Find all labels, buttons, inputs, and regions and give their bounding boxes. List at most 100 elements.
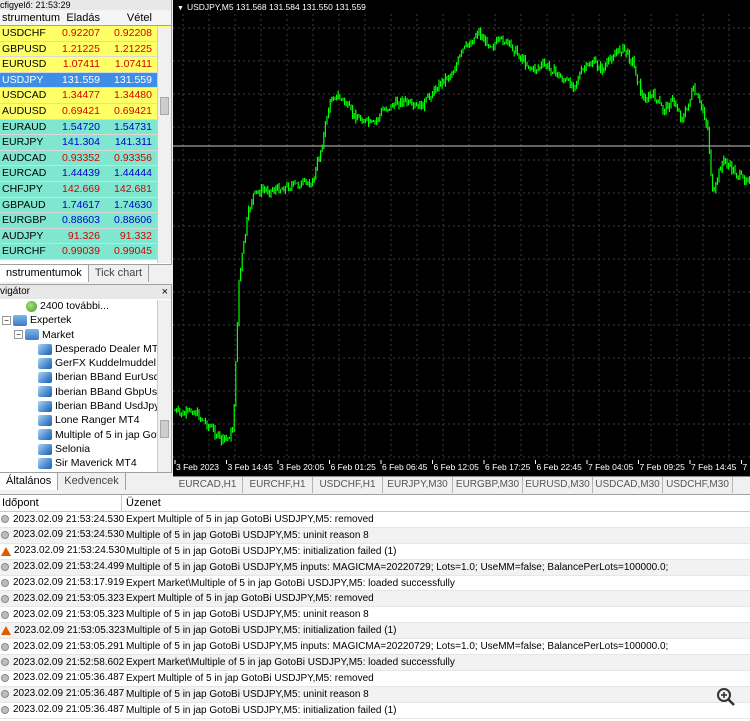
column-header-message[interactable]: Üzenet: [122, 495, 161, 511]
column-header-time[interactable]: Időpont: [0, 495, 122, 511]
market-watch-row[interactable]: EURCHF 0.99039 0.99045: [0, 244, 171, 260]
market-watch-scrollbar[interactable]: [157, 27, 171, 263]
chart-tab[interactable]: EURCAD,H1: [173, 477, 243, 493]
journal-rows: 2023.02.09 21:53:24.530 Expert Multiple o…: [0, 512, 750, 719]
bid-cell: 0.69421: [62, 104, 100, 117]
chart-tab[interactable]: USDCHF,H1: [313, 477, 383, 493]
column-header-bid[interactable]: Eladás: [56, 10, 104, 25]
tab-instruments[interactable]: nstrumentumok: [0, 265, 89, 282]
bid-cell: 0.99039: [62, 245, 100, 258]
market-watch-row[interactable]: EURUSD 1.07411 1.07411: [0, 57, 171, 73]
time-axis-label: 7 Feb 14:45: [691, 462, 737, 472]
navigator-item[interactable]: 2400 további...: [0, 299, 171, 313]
market-watch-row[interactable]: EURGBP 0.88603 0.88606: [0, 213, 171, 229]
ask-cell: 0.99045: [114, 245, 152, 258]
journal-time: 2023.02.09 21:53:24.499: [13, 561, 125, 573]
navigator-item[interactable]: − Market: [0, 328, 171, 342]
tab-favorites[interactable]: Kedvencek: [58, 473, 126, 490]
journal-row[interactable]: 2023.02.09 21:53:24.530 Expert Multiple o…: [0, 512, 750, 528]
chart-tabs: EURCAD,H1 EURCHF,H1 USDCHF,H1 EURJPY,M30 EUR…: [173, 476, 750, 493]
expert-icon: [38, 357, 52, 369]
market-watch-row[interactable]: USDCAD 1.34477 1.34480: [0, 88, 171, 104]
navigator-item[interactable]: Iberian BBand EurUsd H: [0, 370, 171, 384]
market-watch-row[interactable]: EURCAD 1.44439 1.44444: [0, 166, 171, 182]
market-watch-row[interactable]: AUDCAD 0.93352 0.93356: [0, 150, 171, 167]
symbol-cell: EURCHF: [2, 245, 46, 258]
chart-tab[interactable]: USDCHF,M30: [663, 477, 733, 493]
navigator-item[interactable]: − Expertek: [0, 313, 171, 327]
time-axis-label: 6 Feb 06:45: [382, 462, 428, 472]
ask-cell: 1.21225: [114, 42, 152, 55]
chart-canvas[interactable]: 3 Feb 2023 3 Feb 14:45 3 Feb 20:05 6 Feb 01…: [173, 0, 750, 476]
bid-cell: 1.74617: [62, 198, 100, 211]
navigator-item[interactable]: Desperado Dealer MT4: [0, 342, 171, 356]
market-watch-row[interactable]: AUDJPY 91.326 91.332: [0, 228, 171, 245]
market-watch-row[interactable]: GBPUSD 1.21225 1.21225: [0, 41, 171, 58]
tree-collapse-icon[interactable]: −: [2, 315, 11, 325]
zoom-in-icon[interactable]: [716, 687, 736, 707]
navigator-item-label: Desperado Dealer MT4: [55, 342, 165, 355]
navigator-item-label: Iberian BBand EurUsd H: [55, 371, 170, 384]
navigator-item[interactable]: Multiple of 5 in jap Gotob: [0, 428, 171, 442]
chart-tab[interactable]: EURJPY,M30: [383, 477, 453, 493]
time-axis-label: 7 Fe: [743, 462, 750, 472]
journal-row[interactable]: 2023.02.09 21:05:36.487 Expert Multiple o…: [0, 671, 750, 687]
price-chart[interactable]: 3 Feb 2023 3 Feb 14:45 3 Feb 20:05 6 Feb 01…: [173, 0, 750, 476]
navigator-item-label: Iberian BBand GbpUsd H: [55, 385, 171, 398]
market-watch-row[interactable]: AUDUSD 0.69421 0.69421: [0, 103, 171, 120]
chart-tab[interactable]: EURUSD,M30: [523, 477, 593, 493]
navigator-item[interactable]: Selonia: [0, 442, 171, 456]
navigator-scrollbar[interactable]: [157, 300, 171, 472]
journal-row[interactable]: 2023.02.09 21:53:24.530 Multiple of 5 in …: [0, 527, 750, 544]
journal-row[interactable]: 2023.02.09 21:05:36.487 Multiple of 5 in …: [0, 703, 750, 719]
chart-tab[interactable]: EURGBP,M30: [453, 477, 523, 493]
journal-row[interactable]: 2023.02.09 21:53:05.291 Multiple of 5 in …: [0, 639, 750, 656]
journal-row[interactable]: 2023.02.09 21:53:24.499 Multiple of 5 in …: [0, 559, 750, 576]
tab-tick-chart[interactable]: Tick chart: [89, 265, 150, 282]
tree-collapse-icon[interactable]: −: [14, 330, 23, 340]
close-icon[interactable]: ×: [162, 285, 168, 299]
scrollbar-thumb[interactable]: [160, 97, 169, 115]
journal-row[interactable]: 2023.02.09 21:53:05.323 Multiple of 5 in …: [0, 623, 750, 640]
symbol-cell: EURCAD: [2, 167, 47, 180]
navigator-item[interactable]: Sir Maverick MT4: [0, 456, 171, 470]
journal-row[interactable]: 2023.02.09 21:53:24.530 Multiple of 5 in …: [0, 544, 750, 560]
folder-icon: [25, 329, 39, 341]
navigator-item[interactable]: Iberian BBand GbpUsd H: [0, 385, 171, 399]
triangle-down-icon: ▼: [177, 5, 184, 12]
market-watch-row[interactable]: EURAUD 1.54720 1.54731: [0, 119, 171, 136]
market-watch-row[interactable]: USDJPY 131.559 131.559: [0, 72, 171, 89]
chart-tab[interactable]: USDCAD,M30: [593, 477, 663, 493]
journal-message: Expert Market\Multiple of 5 in jap GotoB…: [126, 577, 455, 589]
market-watch-tabs: nstrumentumok Tick chart: [0, 264, 172, 282]
chart-tab[interactable]: EURCHF,H1: [243, 477, 313, 493]
market-watch-row[interactable]: EURJPY 141.304 141.311: [0, 135, 171, 151]
journal-row[interactable]: 2023.02.09 21:05:36.487 Multiple of 5 in …: [0, 686, 750, 703]
journal-message: Expert Multiple of 5 in jap GotoBi USDJP…: [126, 672, 374, 684]
market-watch-row[interactable]: GBPAUD 1.74617 1.74630: [0, 197, 171, 214]
bid-cell: 1.44439: [62, 167, 100, 180]
navigator-item[interactable]: Lone Ranger MT4: [0, 413, 171, 427]
globe-icon: [26, 300, 37, 312]
info-icon: [1, 579, 9, 587]
time-axis-label: 6 Feb 12:05: [434, 462, 480, 472]
info-icon: [1, 706, 9, 715]
market-watch-row[interactable]: USDCHF 0.92207 0.92208: [0, 26, 171, 42]
journal-row[interactable]: 2023.02.09 21:53:17.919 Expert Market\Mul…: [0, 576, 750, 592]
info-icon: [1, 690, 9, 699]
column-header-symbol[interactable]: strumentum: [0, 10, 60, 25]
column-header-ask[interactable]: Vétel: [104, 10, 156, 25]
market-watch-panel: cfigyelő: 21:53:29 strumentum Eladás Vét…: [0, 0, 172, 282]
navigator-item[interactable]: Iberian BBand UsdJpy H: [0, 399, 171, 413]
market-watch-row[interactable]: CHFJPY 142.669 142.681: [0, 181, 171, 198]
tab-general[interactable]: Általános: [0, 473, 59, 490]
journal-row[interactable]: 2023.02.09 21:52:58.602 Expert Market\Mul…: [0, 655, 750, 671]
navigator-item[interactable]: GerFX Kuddelmuddel EA: [0, 356, 171, 370]
journal-time-cell: 2023.02.09 21:05:36.487: [0, 671, 124, 686]
bid-cell: 131.559: [62, 73, 100, 86]
scrollbar-thumb[interactable]: [160, 420, 169, 438]
journal-row[interactable]: 2023.02.09 21:53:05.323 Multiple of 5 in …: [0, 607, 750, 624]
journal-row[interactable]: 2023.02.09 21:53:05.323 Expert Multiple o…: [0, 591, 750, 608]
journal-time-cell: 2023.02.09 21:53:05.323: [0, 591, 124, 606]
journal-message: Multiple of 5 in jap GotoBi USDJPY,M5: u…: [126, 529, 369, 541]
